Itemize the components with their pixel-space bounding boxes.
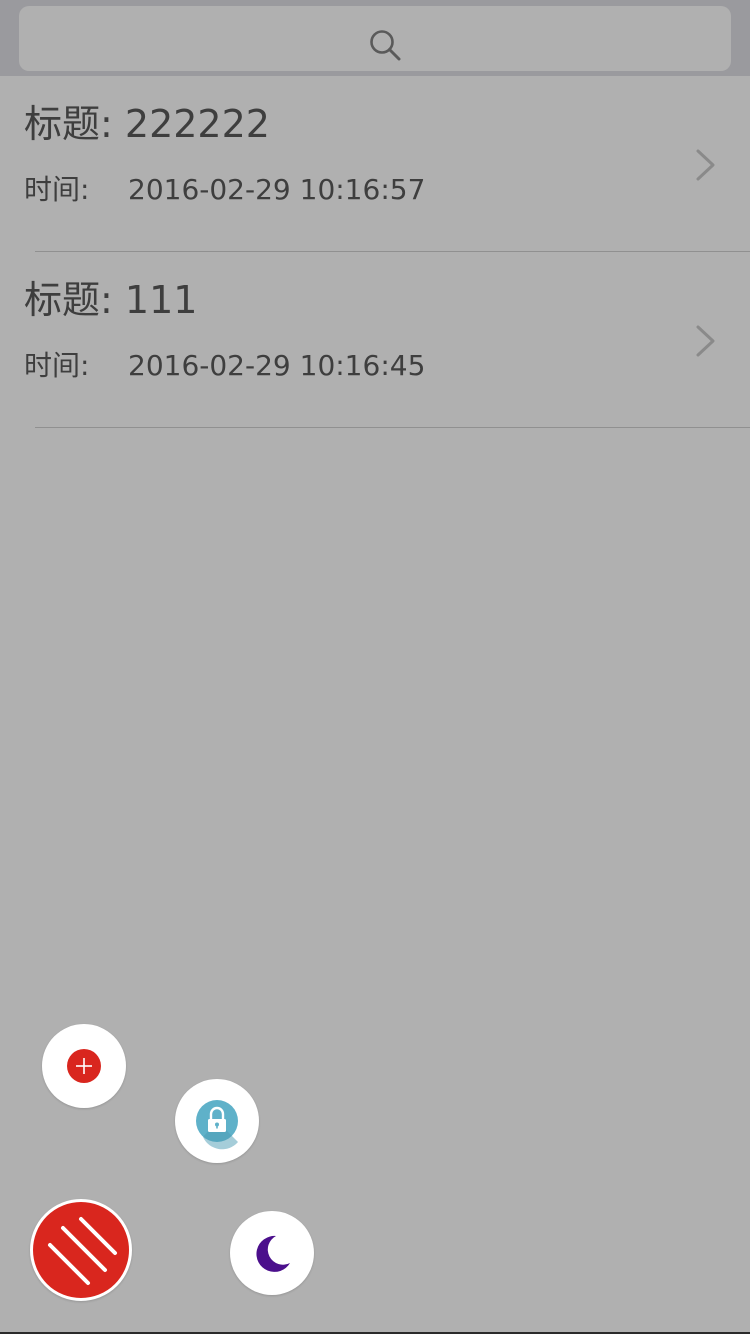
search-icon <box>370 30 401 61</box>
night-mode-button[interactable] <box>230 1211 314 1295</box>
search-field[interactable] <box>19 6 735 73</box>
note-time-label: 时间: <box>24 173 90 206</box>
menu-toggle-button[interactable] <box>30 1199 132 1301</box>
lock-button[interactable] <box>175 1079 259 1163</box>
notes-screen: 标题: 222222 时间: 2016-02-29 10:16:57 标题: 11… <box>0 0 750 1334</box>
search-header <box>0 0 750 76</box>
note-time: 时间: 2016-02-29 10:16:57 <box>24 172 425 208</box>
note-row[interactable]: 标题: 111 时间: 2016-02-29 10:16:45 <box>0 252 750 428</box>
plus-circle-icon <box>67 1049 101 1083</box>
note-title-prefix: 标题: <box>24 278 113 322</box>
add-note-button[interactable] <box>42 1024 126 1108</box>
note-title: 标题: 222222 <box>24 100 270 148</box>
row-divider <box>35 427 750 428</box>
note-title-text: 111 <box>124 278 198 322</box>
lock-icon <box>196 1100 238 1150</box>
note-time-label: 时间: <box>24 349 90 382</box>
note-title: 标题: 111 <box>24 276 197 324</box>
note-title-prefix: 标题: <box>24 102 113 146</box>
note-time-value: 2016-02-29 10:16:57 <box>128 173 426 206</box>
note-list: 标题: 222222 时间: 2016-02-29 10:16:57 标题: 11… <box>0 76 750 428</box>
note-row[interactable]: 标题: 222222 时间: 2016-02-29 10:16:57 <box>0 76 750 252</box>
menu-stripes-icon <box>48 1217 117 1285</box>
note-title-text: 222222 <box>124 102 270 146</box>
chevron-right-icon <box>696 149 715 181</box>
note-time: 时间: 2016-02-29 10:16:45 <box>24 348 425 384</box>
moon-icon <box>256 1235 290 1272</box>
note-time-value: 2016-02-29 10:16:45 <box>128 349 426 382</box>
chevron-right-icon <box>696 325 715 357</box>
